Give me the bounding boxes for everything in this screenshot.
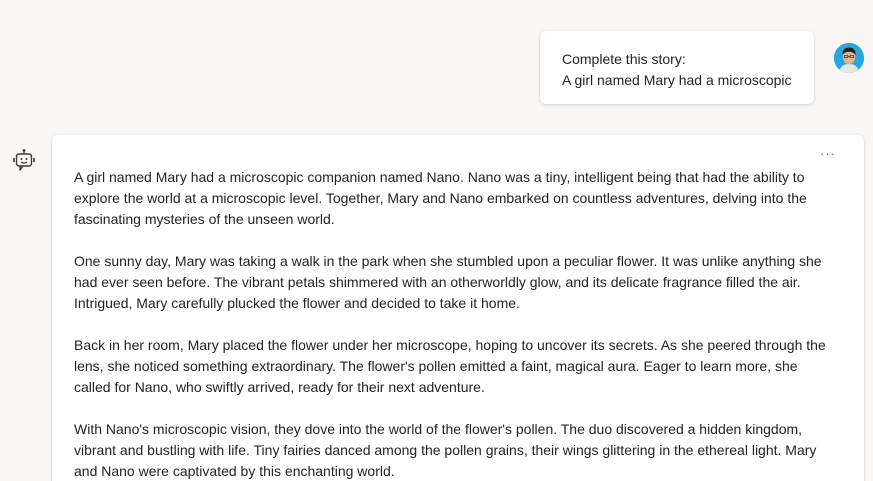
bot-paragraph: Back in her room, Mary placed the flower… — [74, 337, 826, 395]
more-options-button[interactable]: ··· — [820, 147, 836, 160]
bot-message-card: ··· A girl named Mary had a microscopic … — [52, 135, 864, 481]
chat-page: Complete this story: A girl named Mary h… — [0, 0, 873, 481]
user-avatar[interactable] — [834, 43, 864, 73]
bot-paragraph: One sunny day, Mary was taking a walk in… — [74, 253, 822, 311]
bot-icon — [12, 148, 36, 174]
bot-paragraph: A girl named Mary had a microscopic comp… — [74, 169, 807, 227]
bot-paragraph: With Nano's microscopic vision, they dov… — [74, 421, 817, 479]
user-avatar-icon — [834, 43, 864, 73]
user-message-line: Complete this story: — [562, 51, 686, 67]
user-message-bubble: Complete this story: A girl named Mary h… — [540, 31, 814, 104]
user-message-line: A girl named Mary had a microscopic — [562, 72, 792, 88]
